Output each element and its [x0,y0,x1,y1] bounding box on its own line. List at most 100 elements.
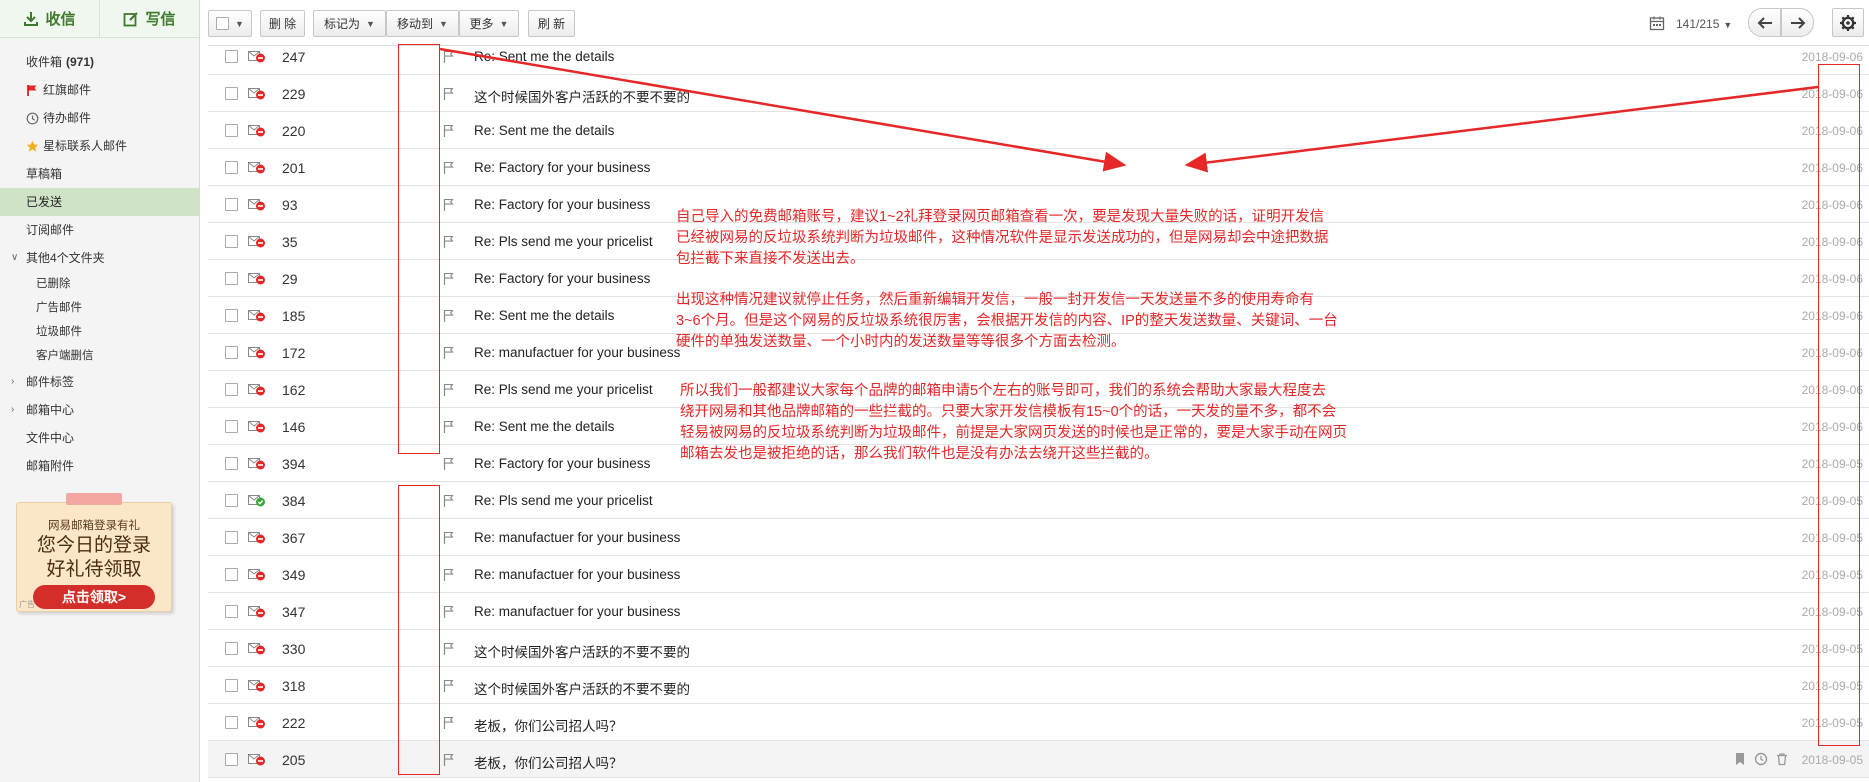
message-subject[interactable]: 这个时候国外客户活跃的不要不要的 [474,678,690,698]
next-page-button[interactable] [1781,8,1814,37]
folder-item[interactable]: 广告邮件 [0,296,199,320]
message-row[interactable]: 330 这个时候国外客户活跃的不要不要的 2018-09-05 [208,630,1869,667]
message-row[interactable]: 229 这个时候国外客户活跃的不要不要的 2018-09-06 [208,75,1869,112]
message-subject[interactable]: Re: Pls send me your pricelist [474,382,653,397]
receive-button[interactable]: 收信 [0,0,99,37]
flag-icon[interactable] [442,272,456,286]
flag-icon[interactable] [442,457,456,471]
message-subject[interactable]: 这个时候国外客户活跃的不要不要的 [474,641,690,661]
folder-item[interactable]: ∨ 其他4个文件夹 [0,244,199,272]
folder-item[interactable]: 客户端删信 [0,344,199,368]
message-row[interactable]: 220 Re: Sent me the details 2018-09-06 [208,112,1869,149]
settings-button[interactable] [1832,8,1864,37]
message-subject[interactable]: Re: manufactuer for your business [474,604,680,619]
folder-item[interactable]: 已发送 [0,188,199,216]
folder-item[interactable]: 待办邮件 [0,104,199,132]
folder-item[interactable]: 订阅邮件 [0,216,199,244]
trash-icon[interactable] [1775,752,1789,766]
row-checkbox[interactable] [225,642,238,655]
row-checkbox[interactable] [225,346,238,359]
flag-icon[interactable] [442,161,456,175]
row-checkbox[interactable] [225,753,238,766]
message-subject[interactable]: Re: Factory for your business [474,160,650,175]
message-row[interactable]: 201 Re: Factory for your business 2018-09-… [208,149,1869,186]
row-checkbox[interactable] [225,457,238,470]
flag-icon[interactable] [442,494,456,508]
message-subject[interactable]: Re: Sent me the details [474,49,614,64]
folder-item[interactable]: › 邮件标签 [0,368,199,396]
message-row[interactable]: 318 这个时候国外客户活跃的不要不要的 2018-09-05 [208,667,1869,704]
row-checkbox[interactable] [225,50,238,63]
page-selector[interactable]: 141/215 ▼ [1676,17,1732,31]
folder-item[interactable]: 文件中心 [0,424,199,452]
promo-banner[interactable]: 网易邮箱登录有礼 您今日的登录 好礼待领取 点击领取> 广告 [16,493,172,612]
message-row[interactable]: 367 Re: manufactuer for your business 2018… [208,519,1869,556]
refresh-button[interactable]: 刷 新 [528,10,575,37]
row-checkbox[interactable] [225,383,238,396]
flag-icon[interactable] [442,531,456,545]
flag-icon[interactable] [442,605,456,619]
move-to-dropdown[interactable]: 移动到 ▼ [386,10,459,37]
row-checkbox[interactable] [225,568,238,581]
row-checkbox[interactable] [225,272,238,285]
flag-icon[interactable] [442,124,456,138]
message-subject[interactable]: Re: Factory for your business [474,197,650,212]
message-row[interactable]: 384 Re: Pls send me your pricelist 2018-09… [208,482,1869,519]
row-checkbox[interactable] [225,198,238,211]
message-subject[interactable]: Re: Sent me the details [474,123,614,138]
row-checkbox[interactable] [225,161,238,174]
row-checkbox[interactable] [225,494,238,507]
select-all-dropdown[interactable]: ▼ [208,10,252,37]
message-subject[interactable]: Re: Pls send me your pricelist [474,493,653,508]
promo-claim-button[interactable]: 点击领取> [33,585,155,609]
message-subject[interactable]: 老板，你们公司招人吗？ [474,715,623,735]
message-subject[interactable]: Re: Sent me the details [474,308,614,323]
message-subject[interactable]: Re: manufactuer for your business [474,567,680,582]
prev-page-button[interactable] [1748,8,1781,37]
flag-icon[interactable] [442,716,456,730]
compose-button[interactable]: 写信 [99,0,199,37]
folder-item[interactable]: 红旗邮件 [0,76,199,104]
message-row[interactable]: 349 Re: manufactuer for your business 2018… [208,556,1869,593]
flag-icon[interactable] [442,420,456,434]
expander-icon[interactable]: ∨ [11,244,18,272]
more-dropdown[interactable]: 更多 ▼ [459,10,519,37]
flag-icon[interactable] [442,568,456,582]
calendar-icon[interactable] [1649,15,1665,31]
message-row[interactable]: 247 Re: Sent me the details 2018-09-06 [208,38,1869,75]
message-subject[interactable]: Re: manufactuer for your business [474,530,680,545]
flag-icon[interactable] [442,642,456,656]
folder-item[interactable]: › 邮箱中心 [0,396,199,424]
flag-icon[interactable] [442,383,456,397]
delete-button[interactable]: 删 除 [260,10,305,37]
flag-icon[interactable] [442,235,456,249]
row-checkbox[interactable] [225,235,238,248]
select-all-checkbox[interactable] [216,17,230,30]
folder-item[interactable]: 草稿箱 [0,160,199,188]
message-subject[interactable]: 这个时候国外客户活跃的不要不要的 [474,86,690,106]
message-subject[interactable]: Re: Sent me the details [474,419,614,434]
message-subject[interactable]: 老板，你们公司招人吗？ [474,752,623,772]
row-checkbox[interactable] [225,124,238,137]
flag-icon[interactable] [442,753,456,767]
row-checkbox[interactable] [225,679,238,692]
flag-icon[interactable] [442,50,456,64]
row-checkbox[interactable] [225,716,238,729]
flag-icon[interactable] [442,309,456,323]
folder-item[interactable]: 已删除 [0,272,199,296]
row-checkbox[interactable] [225,309,238,322]
flag-icon[interactable] [442,87,456,101]
message-row[interactable]: 347 Re: manufactuer for your business 2018… [208,593,1869,630]
message-subject[interactable]: Re: Factory for your business [474,271,650,286]
flag-icon[interactable] [442,679,456,693]
mark-as-dropdown[interactable]: 标记为 ▼ [313,10,386,37]
row-checkbox[interactable] [225,605,238,618]
folder-item[interactable]: 星标联系人邮件 [0,132,199,160]
row-checkbox[interactable] [225,87,238,100]
bookmark-icon[interactable] [1733,752,1747,766]
message-subject[interactable]: Re: Factory for your business [474,456,650,471]
folder-item[interactable]: 垃圾邮件 [0,320,199,344]
flag-icon[interactable] [442,198,456,212]
message-row[interactable]: 222 老板，你们公司招人吗？ 2018-09-05 [208,704,1869,741]
folder-item[interactable]: 邮箱附件 [0,452,199,480]
